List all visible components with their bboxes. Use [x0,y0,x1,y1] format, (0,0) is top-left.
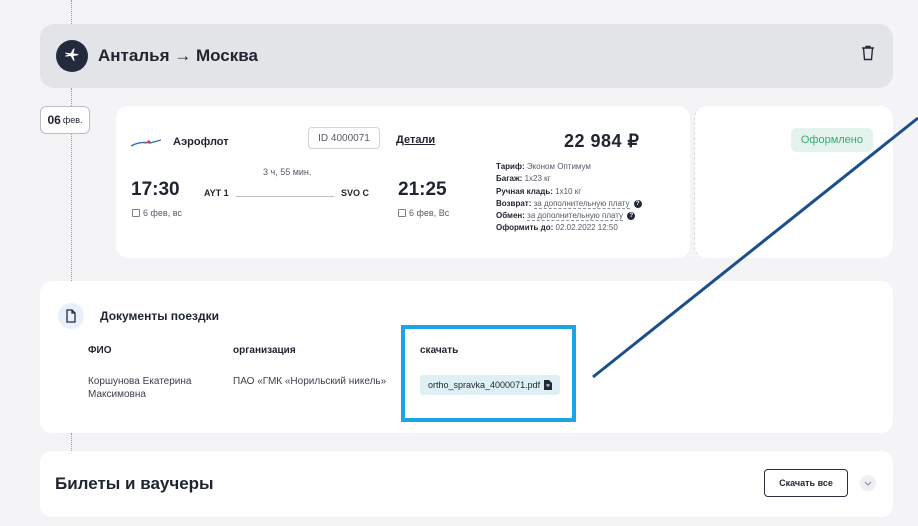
passenger-name-line2: Максимовна [88,389,146,400]
exchange-label: Обмен: [496,211,525,220]
tickets-title: Билеты и ваучеры [55,474,214,493]
details-link[interactable]: Детали [396,134,435,146]
calendar-icon [132,209,140,217]
tickets-card: Билеты и ваучеры Скачать все [40,451,893,517]
tariff-row: Тариф: Эконом Оптимум [496,162,591,171]
price: 22 984 ₽ [564,131,640,151]
deadline-value: 02.02.2022 12:50 [555,223,618,232]
departure-date-text: 6 фев, вс [143,208,182,218]
refund-label: Возврат: [496,199,532,208]
arrival-airport: SVO C [341,188,370,198]
deadline-row: Оформить до: 02.02.2022 12:50 [496,223,618,232]
column-header-organization: организация [233,345,296,356]
route-title: Анталья → Москва [98,46,258,65]
date-pill-month: фев. [62,115,83,125]
trash-icon[interactable] [861,45,875,66]
arrival-time: 21:25 [398,179,447,200]
refund-row: Возврат: за дополнительную плату ? [496,199,642,209]
exchange-value[interactable]: за дополнительную плату [527,211,624,221]
refund-value[interactable]: за дополнительную плату [533,199,630,209]
date-pill: 06 фев. [40,106,90,134]
route-header: Анталья → Москва [40,24,893,88]
arrival-date-text: 6 фев, Вс [409,208,450,218]
timeline-line-bottom [71,433,72,451]
baggage-row: Багаж: 1x23 кг [496,174,551,183]
departure-airport: AYT 1 [204,188,229,198]
documents-title: Документы поездки [100,309,220,323]
calendar-icon [398,209,406,217]
timeline-line-flight [71,134,72,281]
tariff-value: Эконом Оптимум [526,162,591,171]
deadline-label: Оформить до: [496,223,554,232]
tariff-label: Тариф: [496,162,525,171]
hand-luggage-label: Ручная кладь: [496,187,553,196]
exchange-row: Обмен: за дополнительную плату ? [496,211,636,221]
passenger-name: Коршунова Екатерина Максимовна [88,375,191,401]
arrival-date: 6 фев, Вс [398,208,449,218]
hand-luggage-value: 1x10 кг [555,187,582,196]
help-icon[interactable]: ? [633,199,642,208]
status-badge: Оформлено [790,128,873,152]
highlight-box [401,325,576,422]
airline-logo [130,136,162,148]
flight-card: Аэрофлот ID 4000071 Детали 22 984 ₽ 17:3… [116,106,690,258]
expand-chevron-icon[interactable] [860,475,876,491]
passenger-name-line1: Коршунова Екатерина [88,376,192,387]
column-header-fio: ФИО [88,345,112,356]
baggage-label: Багаж: [496,174,523,183]
status-card: Оформлено [694,106,893,258]
timeline-line-mid [71,88,72,106]
departure-date: 6 фев, вс [132,208,182,218]
hand-luggage-row: Ручная кладь: 1x10 кг [496,187,581,196]
download-all-button[interactable]: Скачать все [764,469,848,497]
timeline-line-top [71,0,72,24]
airline-name: Аэрофлот [173,136,229,148]
document-icon [58,303,84,329]
plane-icon [56,40,88,72]
date-pill-day: 06 [47,113,61,127]
route-line [236,196,334,197]
flight-duration: 3 ч, 55 мин. [263,167,312,177]
help-icon[interactable]: ? [627,211,636,220]
baggage-value: 1x23 кг [524,174,551,183]
booking-id: ID 4000071 [308,127,380,149]
departure-time: 17:30 [131,179,180,200]
organization-name: ПАО «ГМК «Норильский никель» [233,376,387,387]
